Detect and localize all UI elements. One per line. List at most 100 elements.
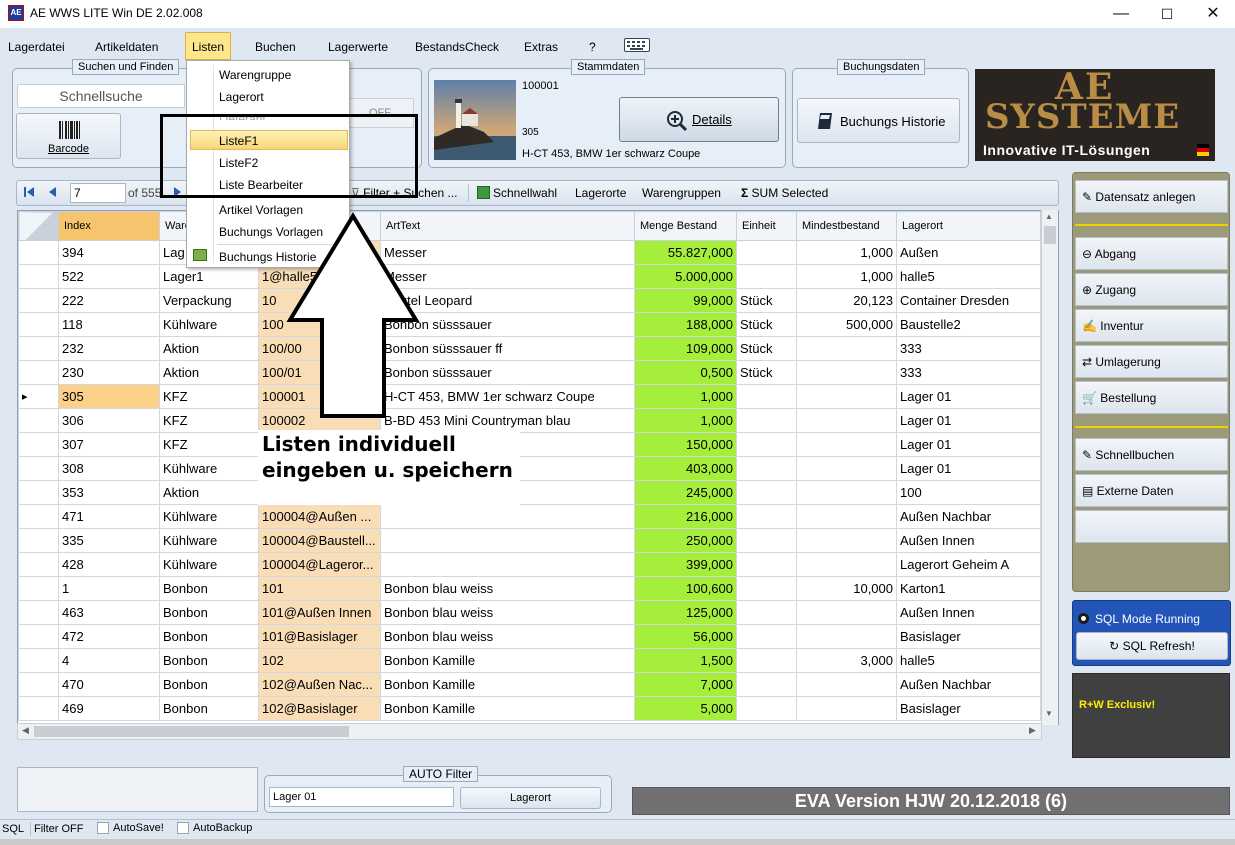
cell-index[interactable]: 232 xyxy=(58,336,160,361)
cell-lagerort[interactable]: Container Dresden xyxy=(896,288,1041,313)
cell-warengruppe[interactable]: Kühlware xyxy=(159,456,259,481)
cell-artikelnr[interactable]: 100004@Baustell... xyxy=(258,528,381,553)
table-row[interactable]: 522 Lager1 1@halle5 Messer 5.000,000 1,000 hal… xyxy=(18,264,1041,289)
menu-item-warengruppe[interactable]: Warengruppe xyxy=(219,68,291,82)
cell-warengruppe[interactable]: Kühlware xyxy=(159,312,259,337)
cell-index[interactable]: 335 xyxy=(58,528,160,553)
create-record-button[interactable]: ✎ Datensatz anlegen xyxy=(1075,180,1228,213)
cell-mindestbestand[interactable] xyxy=(796,504,897,529)
cell-index[interactable]: 471 xyxy=(58,504,160,529)
sum-selected-button[interactable]: Σ SUM Selected xyxy=(741,186,828,200)
cell-warengruppe[interactable]: Aktion xyxy=(159,336,259,361)
storage-locations-button[interactable]: Lagerorte xyxy=(575,186,626,200)
cell-index[interactable]: 469 xyxy=(58,696,160,721)
cell-index[interactable]: 306 xyxy=(58,408,160,433)
cell-einheit[interactable]: Stück xyxy=(736,336,797,361)
cell-lagerort[interactable]: 333 xyxy=(896,336,1041,361)
close-icon[interactable]: ✕ xyxy=(1190,0,1235,28)
cell-warengruppe[interactable]: KFZ xyxy=(159,432,259,457)
cell-menge[interactable]: 56,000 xyxy=(634,624,737,649)
row-indicator[interactable] xyxy=(18,432,59,457)
abgang-button[interactable]: ⊖ Abgang xyxy=(1075,237,1228,270)
cell-index[interactable]: 394 xyxy=(58,240,160,265)
table-row[interactable]: 222 Verpackung 10 Beutel Leopard 99,000 Stück… xyxy=(18,288,1041,313)
menu-lagerwerte[interactable]: Lagerwerte xyxy=(322,36,394,58)
table-row[interactable]: 428 Kühlware 100004@Lageror... 399,000 Lager… xyxy=(18,552,1041,577)
cell-arttext[interactable]: Bonbon blau weiss xyxy=(380,624,635,649)
umlagerung-button[interactable]: ⇄ Umlagerung xyxy=(1075,345,1228,378)
cell-menge[interactable]: 1,000 xyxy=(634,408,737,433)
cell-einheit[interactable] xyxy=(736,576,797,601)
cell-menge[interactable]: 403,000 xyxy=(634,456,737,481)
column-header-menge-bestand[interactable]: Menge Bestand xyxy=(634,211,737,241)
menu-buchen[interactable]: Buchen xyxy=(249,36,302,58)
cell-menge[interactable]: 99,000 xyxy=(634,288,737,313)
cell-warengruppe[interactable]: Verpackung xyxy=(159,288,259,313)
row-indicator[interactable] xyxy=(18,240,59,265)
cell-index[interactable]: 118 xyxy=(58,312,160,337)
cell-mindestbestand[interactable] xyxy=(796,456,897,481)
cell-index[interactable]: 463 xyxy=(58,600,160,625)
autosave-checkbox[interactable]: AutoSave! xyxy=(97,822,164,835)
cell-mindestbestand[interactable] xyxy=(796,336,897,361)
menu-extras[interactable]: Extras xyxy=(518,36,564,58)
cell-menge[interactable]: 1,000 xyxy=(634,384,737,409)
cell-lagerort[interactable]: halle5 xyxy=(896,264,1041,289)
cell-index[interactable]: 472 xyxy=(58,624,160,649)
cell-artikelnr[interactable]: 102@Basislager xyxy=(258,696,381,721)
menu-help[interactable]: ? xyxy=(583,36,602,58)
cell-menge[interactable]: 55.827,000 xyxy=(634,240,737,265)
grid-horizontal-scrollbar[interactable]: ◀ ▶ xyxy=(17,723,1042,740)
row-indicator[interactable] xyxy=(18,648,59,673)
column-header-mindestbestand[interactable]: Mindestbestand xyxy=(796,211,897,241)
inventur-button[interactable]: ✍ Inventur xyxy=(1075,309,1228,342)
row-indicator[interactable] xyxy=(18,696,59,721)
cell-einheit[interactable] xyxy=(736,240,797,265)
cell-index[interactable]: 353 xyxy=(58,480,160,505)
cell-einheit[interactable] xyxy=(736,432,797,457)
cell-einheit[interactable]: Stück xyxy=(736,288,797,313)
minimize-icon[interactable]: — xyxy=(1098,0,1144,28)
cell-einheit[interactable] xyxy=(736,480,797,505)
product-groups-button[interactable]: Warengruppen xyxy=(642,186,721,200)
cell-menge[interactable]: 0,500 xyxy=(634,360,737,385)
cell-mindestbestand[interactable] xyxy=(796,480,897,505)
table-row[interactable]: 1 Bonbon 101 Bonbon blau weiss 100,600 10,000… xyxy=(18,576,1041,601)
cell-mindestbestand[interactable] xyxy=(796,528,897,553)
cell-lagerort[interactable]: Basislager xyxy=(896,624,1041,649)
cell-arttext[interactable] xyxy=(380,528,635,553)
table-row[interactable]: 230 Aktion 100/01 Bonbon süsssauer 0,500 Stüc… xyxy=(18,360,1041,385)
bestellung-button[interactable]: 🛒 Bestellung xyxy=(1075,381,1228,414)
table-row[interactable]: 335 Kühlware 100004@Baustell... 250,000 Auße… xyxy=(18,528,1041,553)
column-header-index[interactable]: Index xyxy=(58,211,160,241)
cell-menge[interactable]: 5.000,000 xyxy=(634,264,737,289)
cell-lagerort[interactable]: Karton1 xyxy=(896,576,1041,601)
cell-warengruppe[interactable]: Bonbon xyxy=(159,600,259,625)
cell-menge[interactable]: 125,000 xyxy=(634,600,737,625)
cell-index[interactable]: 428 xyxy=(58,552,160,577)
details-button[interactable]: Details xyxy=(619,97,779,142)
cell-artikelnr[interactable]: 102@Außen Nac... xyxy=(258,672,381,697)
sql-refresh-button[interactable]: ↻ SQL Refresh! xyxy=(1076,632,1228,660)
table-row[interactable]: 472 Bonbon 101@Basislager Bonbon blau weiss… xyxy=(18,624,1041,649)
cell-menge[interactable]: 250,000 xyxy=(634,528,737,553)
cell-artikelnr[interactable]: 101@Basislager xyxy=(258,624,381,649)
cell-warengruppe[interactable]: Bonbon xyxy=(159,672,259,697)
cell-mindestbestand[interactable] xyxy=(796,360,897,385)
maximize-icon[interactable]: ☐ xyxy=(1144,0,1190,28)
menu-item-lagerort[interactable]: Lagerort xyxy=(219,90,264,104)
quick-search-input[interactable]: Schnellsuche xyxy=(17,84,185,108)
cell-artikelnr[interactable]: 102 xyxy=(258,648,381,673)
cell-warengruppe[interactable]: Bonbon xyxy=(159,648,259,673)
cell-einheit[interactable] xyxy=(736,384,797,409)
cell-menge[interactable]: 245,000 xyxy=(634,480,737,505)
row-indicator[interactable] xyxy=(18,480,59,505)
cell-lagerort[interactable]: Lagerort Geheim A xyxy=(896,552,1041,577)
table-row[interactable]: 463 Bonbon 101@Außen Innen Bonbon blau weis… xyxy=(18,600,1041,625)
cell-mindestbestand[interactable]: 1,000 xyxy=(796,264,897,289)
cell-mindestbestand[interactable] xyxy=(796,552,897,577)
cell-lagerort[interactable]: Außen Nachbar xyxy=(896,672,1041,697)
prev-record-icon[interactable] xyxy=(47,185,57,199)
menu-artikeldaten[interactable]: Artikeldaten xyxy=(89,36,164,58)
cell-mindestbestand[interactable] xyxy=(796,672,897,697)
